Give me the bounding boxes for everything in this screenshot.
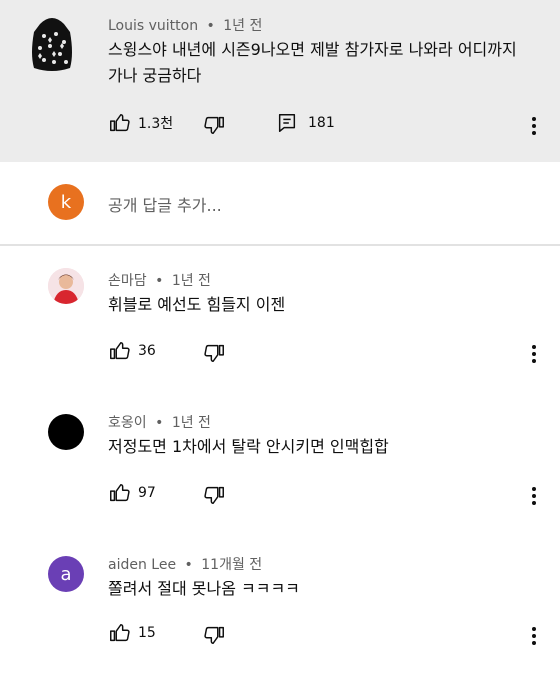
- person-photo-icon: [48, 268, 84, 304]
- comment-actions: 15: [108, 622, 268, 650]
- comment-text: 스윙스야 내년에 시즌9나오면 제발 참가자로 나와라 어디까지 가나 궁금하다: [108, 37, 548, 89]
- comment-meta: aiden Lee • 11개월 전: [108, 554, 262, 574]
- top-comment: Louis vuitton • 1년 전 스윙스야 내년에 시즌9나오면 제발 …: [0, 0, 560, 162]
- reply-button[interactable]: 181: [276, 112, 335, 134]
- avatar-user[interactable]: a: [48, 556, 84, 592]
- more-options-icon[interactable]: [522, 622, 546, 650]
- reply-count: 181: [308, 115, 335, 131]
- avatar-letter: k: [60, 191, 72, 213]
- thumbs-up-icon: [110, 114, 130, 132]
- comment-time[interactable]: 11개월 전: [201, 557, 262, 573]
- comment-text: 저정도면 1차에서 탈락 안시키면 인맥힙합: [108, 437, 389, 456]
- meta-separator: •: [155, 273, 164, 289]
- comment-actions: 36: [108, 340, 268, 368]
- thumbs-down-icon: [204, 116, 224, 134]
- comment-meta: 손마담 • 1년 전: [108, 270, 211, 290]
- author-name[interactable]: aiden Lee: [108, 557, 176, 573]
- like-count: 97: [138, 485, 156, 501]
- like-count: 36: [138, 343, 156, 359]
- reply-comment: a aiden Lee • 11개월 전 쫄려서 절대 못나옴 ㅋㅋㅋㅋ 15: [0, 542, 560, 678]
- dislike-button[interactable]: [204, 624, 226, 646]
- author-name[interactable]: Louis vuitton: [108, 18, 198, 34]
- like-count: 15: [138, 625, 156, 641]
- add-reply-row: k 공개 답글 추가...: [0, 162, 560, 246]
- like-count: 1.3천: [138, 116, 174, 132]
- dislike-button[interactable]: [204, 114, 226, 136]
- comment-actions: 1.3천 181: [108, 112, 548, 140]
- reply-comment-icon: [278, 114, 296, 132]
- more-options-icon[interactable]: [522, 482, 546, 510]
- more-options-icon[interactable]: [522, 340, 546, 368]
- comment-text: 쫄려서 절대 못나옴 ㅋㅋㅋㅋ: [108, 579, 300, 598]
- thumbs-down-icon: [204, 626, 224, 644]
- thumbs-up-icon: [110, 342, 130, 360]
- dislike-button[interactable]: [204, 342, 226, 364]
- monogram-backpack-icon: [32, 18, 72, 71]
- meta-separator: •: [206, 18, 215, 34]
- like-button[interactable]: 97: [108, 482, 156, 504]
- avatar-user[interactable]: [48, 268, 84, 304]
- comment-text-line: 가나 궁금하다: [108, 66, 202, 85]
- thumbs-up-icon: [110, 484, 130, 502]
- like-button[interactable]: 15: [108, 622, 156, 644]
- comment-text-line: 스윙스야 내년에 시즌9나오면 제발 참가자로 나와라 어디까지: [108, 40, 517, 59]
- comment-meta: 호옹이 • 1년 전: [108, 412, 211, 432]
- meta-separator: •: [184, 557, 193, 573]
- author-name[interactable]: 호옹이: [108, 415, 147, 431]
- like-button[interactable]: 1.3천: [108, 112, 173, 134]
- comment-actions: 97: [108, 482, 268, 510]
- dislike-button[interactable]: [204, 484, 226, 506]
- avatar-letter: a: [60, 563, 72, 585]
- comment-text: 휘블로 예선도 힘들지 이젠: [108, 295, 286, 314]
- thumbs-up-icon: [110, 624, 130, 642]
- thumbs-down-icon: [204, 486, 224, 504]
- comment-time[interactable]: 1년 전: [172, 415, 211, 431]
- comment-time[interactable]: 1년 전: [172, 273, 211, 289]
- comment-meta: Louis vuitton • 1년 전: [108, 15, 262, 35]
- avatar-user[interactable]: [48, 414, 84, 450]
- add-reply-input[interactable]: 공개 답글 추가...: [108, 192, 222, 216]
- comment-time[interactable]: 1년 전: [223, 18, 262, 34]
- reply-comment: 호옹이 • 1년 전 저정도면 1차에서 탈락 안시키면 인맥힙합 97: [0, 400, 560, 542]
- reply-comment: 손마담 • 1년 전 휘블로 예선도 힘들지 이젠 36: [0, 258, 560, 400]
- like-button[interactable]: 36: [108, 340, 156, 362]
- author-name[interactable]: 손마담: [108, 273, 147, 289]
- thumbs-down-icon: [204, 344, 224, 362]
- meta-separator: •: [155, 415, 164, 431]
- avatar-current-user[interactable]: k: [48, 184, 84, 220]
- more-options-icon[interactable]: [522, 112, 546, 140]
- avatar-louis-vuitton[interactable]: [26, 14, 78, 72]
